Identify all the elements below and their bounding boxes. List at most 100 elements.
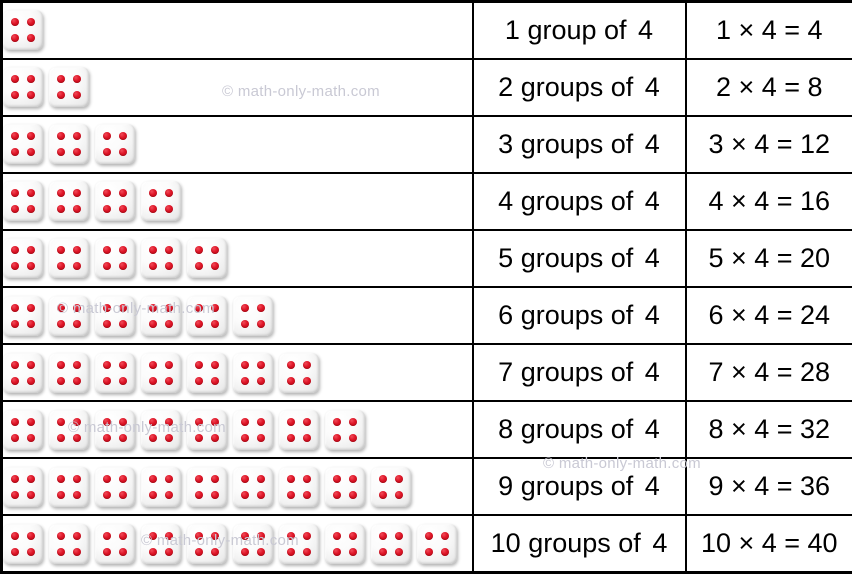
dice-group-cell	[0, 285, 474, 346]
dice-row	[3, 466, 472, 507]
equation-cell: 4 × 4 = 16	[684, 171, 852, 231]
die-pip-icon	[57, 262, 65, 271]
groups-of-label: groups of	[520, 300, 634, 331]
dice-group-cell	[0, 228, 474, 288]
die-pip-icon	[103, 376, 111, 385]
die-pip-icon	[395, 474, 403, 483]
die-pip-icon	[195, 376, 203, 385]
die-pip-icon	[241, 360, 249, 369]
die-pip-icon	[257, 319, 265, 328]
groups-count: 8	[498, 414, 514, 445]
die-pip-icon	[165, 433, 173, 442]
die-pip-icon	[257, 531, 265, 540]
dice-group-cell	[0, 0, 474, 60]
die-pip-icon	[73, 433, 81, 442]
groups-count: 7	[498, 357, 514, 388]
die-pip-icon	[27, 433, 35, 442]
die-four-icon	[49, 67, 89, 108]
die-pip-icon	[57, 319, 65, 328]
die-pip-icon	[119, 319, 127, 328]
die-pip-icon	[333, 433, 341, 442]
die-four-icon	[95, 409, 135, 450]
die-pip-icon	[165, 474, 173, 483]
die-four-icon	[3, 352, 43, 393]
die-pip-icon	[211, 360, 219, 369]
die-pip-icon	[57, 490, 65, 499]
die-pip-icon	[103, 189, 111, 198]
table-row: 5 groups of 45 × 4 = 20	[0, 228, 852, 288]
die-pip-icon	[241, 417, 249, 426]
die-pip-icon	[241, 490, 249, 499]
die-pip-icon	[27, 547, 35, 556]
die-four-icon	[371, 466, 411, 507]
die-four-icon	[95, 238, 135, 279]
die-pip-icon	[27, 417, 35, 426]
die-pip-icon	[211, 433, 219, 442]
die-pip-icon	[211, 376, 219, 385]
dice-row	[3, 10, 472, 51]
die-pip-icon	[195, 417, 203, 426]
die-pip-icon	[27, 189, 35, 198]
die-pip-icon	[57, 376, 65, 385]
die-pip-icon	[103, 205, 111, 214]
die-pip-icon	[57, 547, 65, 556]
die-pip-icon	[103, 490, 111, 499]
die-pip-icon	[333, 417, 341, 426]
groups-phrase-cell: 1 group of 4	[471, 0, 687, 60]
die-pip-icon	[149, 376, 157, 385]
die-pip-icon	[303, 433, 311, 442]
die-pip-icon	[333, 531, 341, 540]
die-pip-icon	[165, 319, 173, 328]
die-pip-icon	[73, 319, 81, 328]
die-pip-icon	[165, 189, 173, 198]
die-pip-icon	[195, 490, 203, 499]
die-pip-icon	[103, 148, 111, 157]
die-four-icon	[49, 124, 89, 165]
die-pip-icon	[73, 303, 81, 312]
groups-of-label: groups of	[520, 357, 634, 388]
die-four-icon	[187, 409, 227, 450]
die-pip-icon	[119, 148, 127, 157]
die-pip-icon	[211, 547, 219, 556]
die-pip-icon	[211, 303, 219, 312]
die-four-icon	[187, 466, 227, 507]
die-pip-icon	[379, 474, 387, 483]
die-pip-icon	[395, 490, 403, 499]
die-pip-icon	[119, 433, 127, 442]
die-pip-icon	[11, 360, 19, 369]
groups-count: 9	[498, 471, 514, 502]
die-pip-icon	[57, 75, 65, 84]
die-pip-icon	[73, 75, 81, 84]
dice-row	[3, 523, 472, 564]
die-four-icon	[49, 181, 89, 222]
die-pip-icon	[11, 547, 19, 556]
equation-cell: 7 × 4 = 28	[684, 343, 852, 403]
die-pip-icon	[11, 18, 19, 27]
die-pip-icon	[241, 474, 249, 483]
table-row: 1 group of 41 × 4 = 4	[0, 0, 852, 60]
die-pip-icon	[11, 262, 19, 271]
die-pip-icon	[11, 531, 19, 540]
die-four-icon	[3, 466, 43, 507]
die-pip-icon	[379, 547, 387, 556]
die-four-icon	[3, 67, 43, 108]
die-pip-icon	[103, 246, 111, 255]
dice-row	[3, 124, 472, 165]
groups-phrase-cell: 2 groups of 4	[471, 57, 687, 117]
die-pip-icon	[303, 474, 311, 483]
die-pip-icon	[441, 531, 449, 540]
die-four-icon	[3, 124, 43, 165]
die-pip-icon	[73, 531, 81, 540]
die-pip-icon	[11, 91, 19, 100]
die-pip-icon	[257, 474, 265, 483]
die-pip-icon	[211, 490, 219, 499]
die-pip-icon	[349, 474, 357, 483]
die-pip-icon	[73, 490, 81, 499]
group-size-value: 4	[638, 14, 654, 45]
groups-phrase-cell: 9 groups of 4	[471, 457, 687, 517]
equation-cell: 9 × 4 = 36	[684, 457, 852, 517]
die-pip-icon	[119, 417, 127, 426]
die-four-icon	[325, 409, 365, 450]
die-four-icon	[3, 295, 43, 336]
die-pip-icon	[195, 319, 203, 328]
